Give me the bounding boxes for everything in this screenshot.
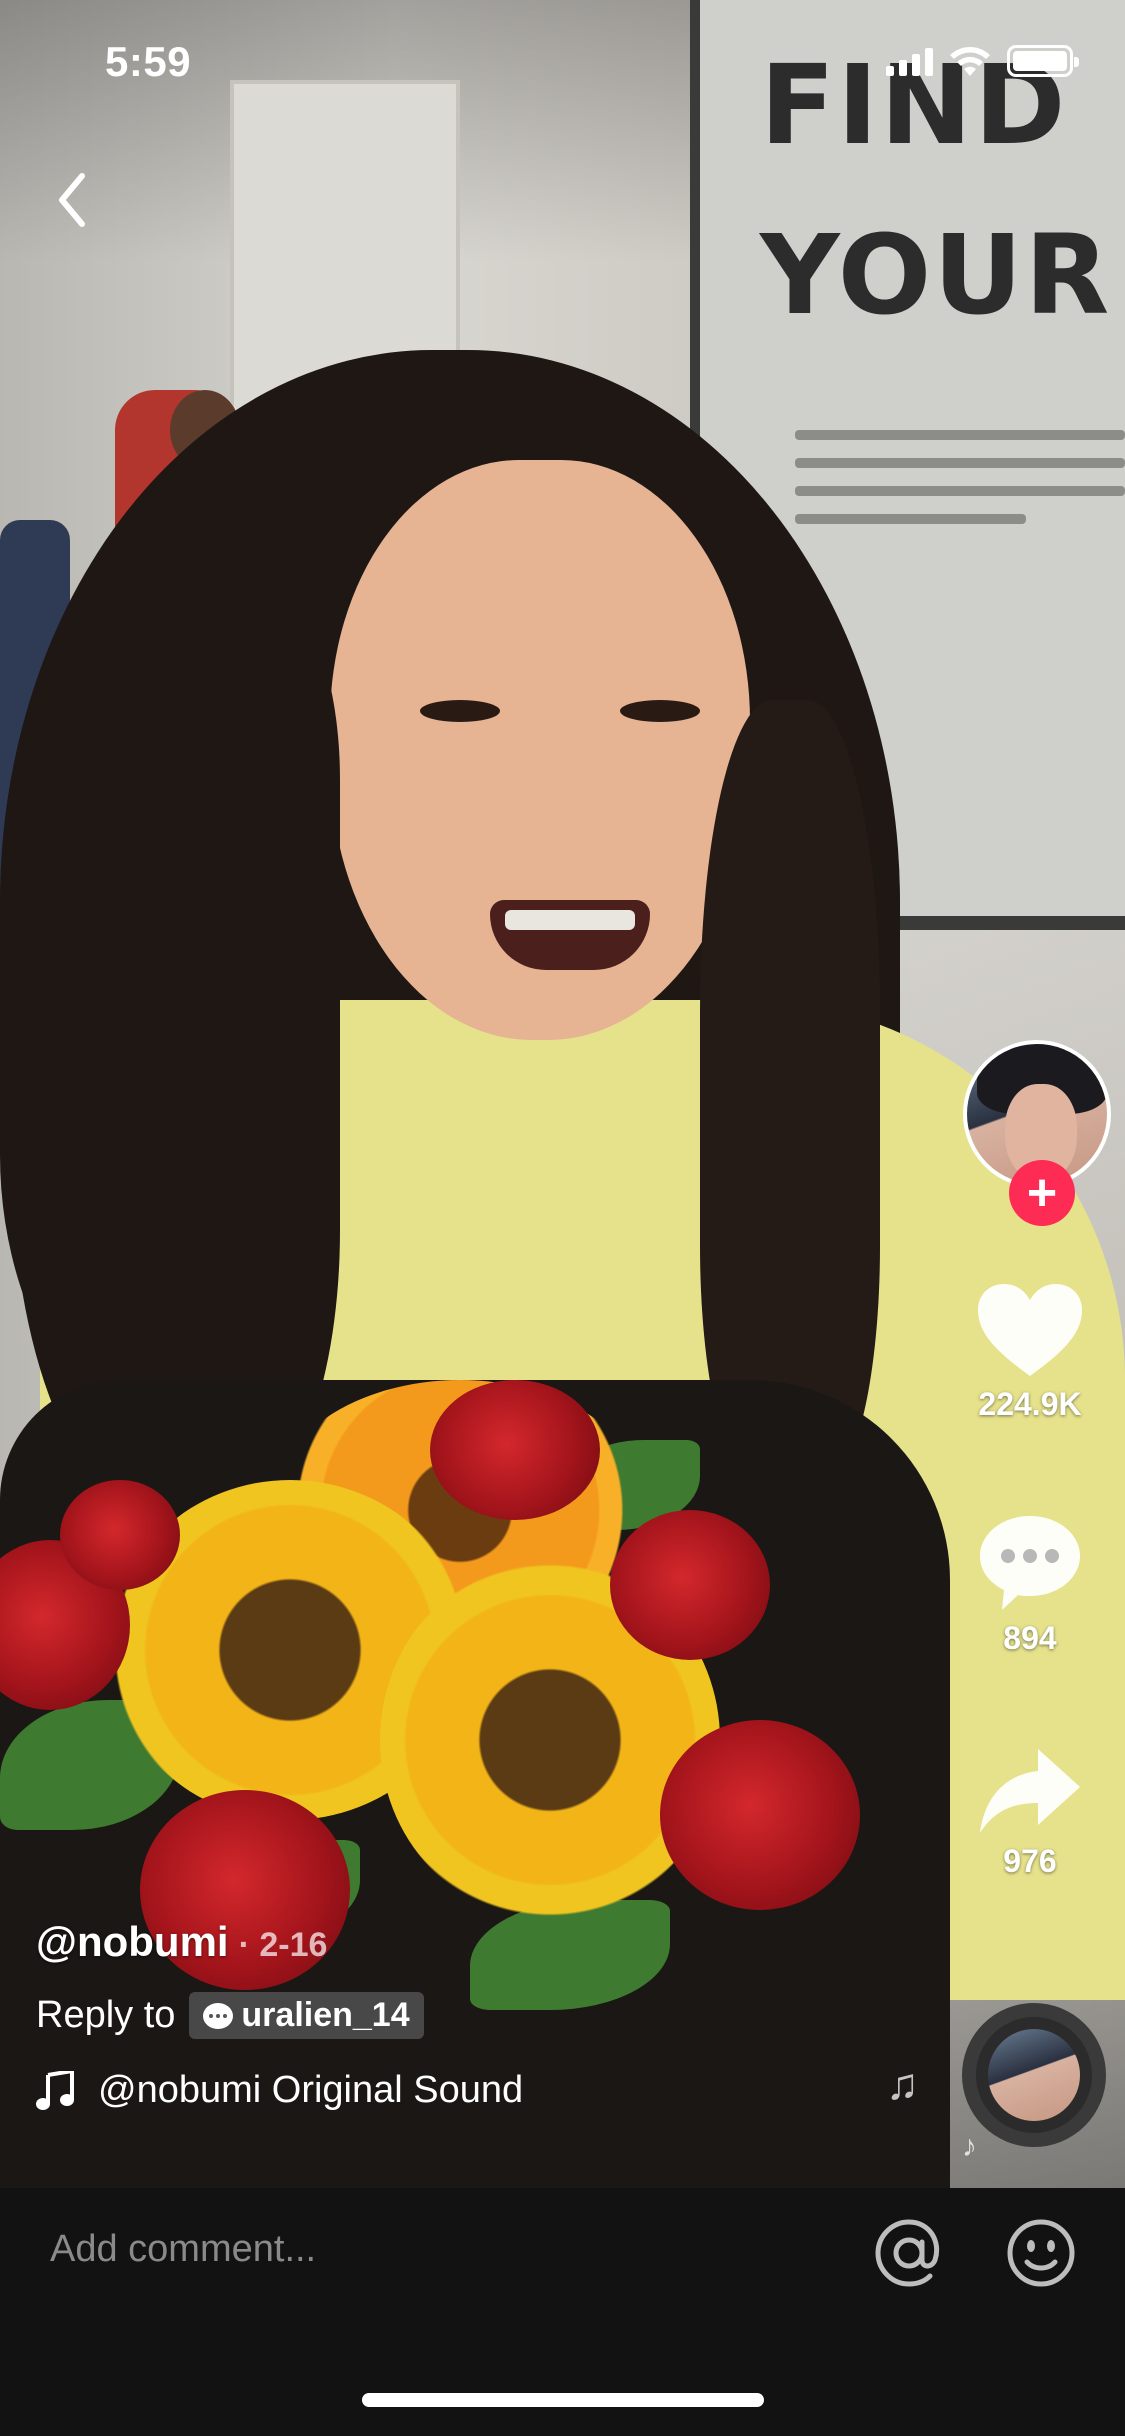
video-subject-eye [620, 700, 700, 722]
video-subject-eye [420, 700, 500, 722]
status-bar-icons [886, 44, 1079, 78]
sound-disc[interactable] [962, 2003, 1106, 2147]
sound-row[interactable]: @nobumi Original Sound [36, 2069, 896, 2112]
sound-disc-avatar [988, 2029, 1080, 2121]
comment-input[interactable]: Add comment... [50, 2228, 316, 2271]
like-count: 224.9K [978, 1386, 1082, 1422]
video-bouquet-rose [660, 1720, 860, 1910]
like-button[interactable]: 224.9K [935, 1280, 1125, 1423]
music-note-icon: ♫ [886, 2060, 919, 2109]
share-count: 976 [1003, 1843, 1057, 1879]
video-bouquet-rose [610, 1510, 770, 1660]
video-subject-hair [10, 600, 340, 1500]
video-bouquet-rose [60, 1480, 180, 1590]
home-indicator[interactable] [362, 2393, 764, 2407]
reply-to-chip[interactable]: uralien_14 [189, 1992, 424, 2039]
mention-button[interactable] [872, 2216, 946, 2290]
reply-row: Reply to uralien_14 [36, 1992, 896, 2039]
follow-button[interactable]: + [1009, 1160, 1075, 1226]
at-sign-icon [875, 2219, 939, 2287]
wifi-icon [950, 47, 990, 76]
emoji-button[interactable] [1004, 2216, 1078, 2290]
battery-icon [1007, 45, 1079, 77]
music-note-icon [36, 2070, 74, 2110]
author-row: @nobumi · 2-16 [36, 1918, 896, 1966]
reply-username: uralien_14 [241, 1996, 410, 2034]
share-button[interactable]: 976 [935, 1745, 1125, 1880]
video-wall-sign-lines [795, 430, 1125, 542]
sound-title: @nobumi Original Sound [98, 2069, 524, 2111]
video-subject-hair [700, 700, 880, 1480]
comment-count: 894 [1003, 1620, 1057, 1656]
cellular-signal-icon [886, 46, 933, 76]
video-bouquet-rose [430, 1380, 600, 1520]
comment-button[interactable]: 894 [935, 1510, 1125, 1657]
heart-icon [978, 1284, 1082, 1376]
speech-bubble-icon [980, 1516, 1080, 1610]
share-arrow-icon [980, 1749, 1080, 1833]
post-date: · 2-16 [238, 1926, 328, 1964]
chevron-left-icon [59, 173, 85, 227]
video-subject-teeth [505, 910, 635, 930]
video-caption: @nobumi · 2-16 Reply to uralien_14 @nobu… [36, 1918, 896, 2112]
back-button[interactable] [42, 160, 102, 240]
comment-bubble-icon [203, 2002, 234, 2029]
smiley-icon [1007, 2219, 1075, 2287]
reply-prefix: Reply to [36, 1994, 176, 2036]
status-bar-time: 5:59 [105, 38, 192, 85]
author-username[interactable]: @nobumi [36, 1918, 229, 1966]
music-note-icon: ♪ [962, 2130, 977, 2163]
